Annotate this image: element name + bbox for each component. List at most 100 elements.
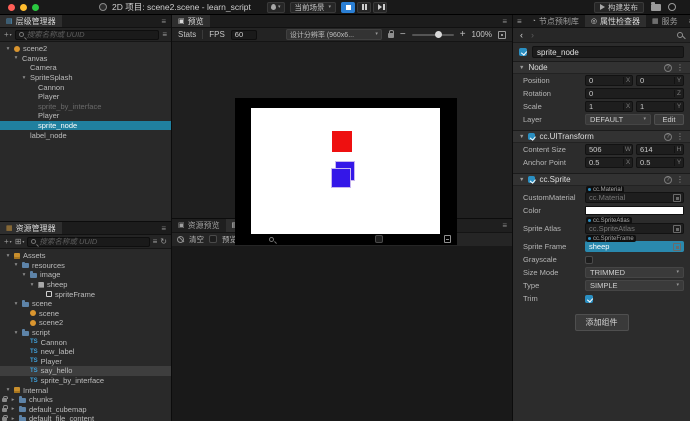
resolution-select[interactable]: 设计分辨率 (960x6... ▾ [286, 29, 382, 40]
content-width-field[interactable]: 506W [585, 144, 633, 155]
position-y-field[interactable]: 0Y [636, 75, 684, 86]
tab-服务[interactable]: ▦服务 [646, 15, 684, 27]
tab-preview[interactable]: ▣ 预览 [172, 15, 210, 27]
rotate-lock-icon[interactable] [388, 33, 394, 38]
asset-item-spriteFrame[interactable]: spriteFrame [0, 289, 171, 299]
section-menu-icon[interactable]: ⋮ [676, 176, 684, 184]
scale-x-field[interactable]: 1X [585, 101, 633, 112]
asset-item-sprite_by_interface[interactable]: sprite_by_interface [0, 376, 171, 386]
browse-asset-icon[interactable] [673, 225, 681, 233]
browse-asset-icon[interactable] [673, 194, 681, 202]
asset-item-chunks[interactable]: ▸chunks [0, 395, 171, 405]
rotation-z-field[interactable]: 0Z [585, 88, 684, 99]
hierarchy-node-label_node[interactable]: label_node [0, 130, 171, 140]
scale-y-field[interactable]: 1Y [636, 101, 684, 112]
asset-item-scene2[interactable]: scene2 [0, 318, 171, 328]
zoom-in-button[interactable]: + [460, 30, 466, 40]
expand-arrow-icon[interactable]: ▾ [5, 387, 11, 393]
scene-select[interactable]: 当前场景▾ [290, 2, 337, 13]
asset-item-say_hello[interactable]: say_hello [0, 366, 171, 376]
color-swatch[interactable] [585, 206, 684, 215]
asset-item-resources[interactable]: ▾resources [0, 261, 171, 271]
hierarchy-filter-icon[interactable]: ≡ [162, 31, 167, 39]
build-button[interactable]: 构建发布 [594, 2, 644, 13]
tab-资源预览[interactable]: ▣资源预览 [172, 219, 226, 232]
asset-template-button[interactable]: ⊞▾ [15, 238, 25, 246]
browse-asset-icon[interactable] [673, 243, 681, 251]
fit-screen-icon[interactable] [498, 31, 506, 39]
section-menu-icon[interactable]: ⋮ [676, 133, 684, 141]
section-menu-icon[interactable]: ⋮ [676, 64, 684, 72]
panel-menu-icon[interactable]: ≡ [156, 222, 171, 234]
help-icon[interactable]: ? [664, 64, 672, 72]
asset-item-new_label[interactable]: new_label [0, 347, 171, 357]
clear-on-preview-checkbox[interactable] [209, 235, 217, 243]
asset-item-default_cubemap[interactable]: ▸default_cubemap [0, 405, 171, 415]
console-output[interactable] [172, 246, 512, 421]
hierarchy-node-Canvas[interactable]: ▾Canvas [0, 54, 171, 64]
asset-item-default_file_content[interactable]: ▸default_file_content [0, 414, 171, 421]
expand-arrow-icon[interactable]: ▾ [29, 282, 35, 288]
expand-arrow-icon[interactable]: ▸ [10, 406, 16, 412]
zoom-slider-knob[interactable] [435, 31, 442, 38]
history-forward-button[interactable]: › [531, 31, 534, 40]
panel-menu-icon[interactable]: ≡ [684, 15, 690, 27]
pause-button[interactable] [357, 2, 371, 13]
asset-item-sheep[interactable]: ▾sheep [0, 280, 171, 290]
clear-console-label[interactable]: 清空 [189, 234, 204, 245]
custom-material-field[interactable]: cc.Material [585, 192, 684, 203]
layer-edit-button[interactable]: Edit [654, 114, 684, 125]
refresh-icon[interactable]: ↻ [160, 238, 167, 246]
uitransform-section-header[interactable]: ▼ cc.UITransform ? ⋮ [513, 130, 690, 143]
add-component-button[interactable]: 添加组件 [575, 314, 629, 331]
fps-input[interactable] [231, 30, 257, 40]
pin-icon[interactable] [677, 32, 683, 38]
hierarchy-node-Player[interactable]: Player [0, 111, 171, 121]
open-project-folder-icon[interactable] [651, 4, 661, 11]
play-button[interactable] [341, 2, 355, 13]
create-asset-button[interactable]: +▾ [4, 238, 12, 246]
close-window-button[interactable] [8, 4, 15, 11]
hierarchy-node-Camera[interactable]: Camera [0, 63, 171, 73]
regex-checkbox[interactable] [375, 235, 383, 243]
asset-item-image[interactable]: ▾image [0, 270, 171, 280]
node-active-checkbox[interactable] [519, 48, 527, 56]
grayscale-checkbox[interactable] [585, 256, 593, 264]
create-node-button[interactable]: +▾ [4, 31, 12, 39]
expand-arrow-icon[interactable]: ▾ [13, 262, 19, 268]
maximize-window-button[interactable] [32, 4, 39, 11]
node-section-header[interactable]: ▼ Node ? ⋮ [513, 61, 690, 74]
tab-assets[interactable]: ▦ 资源管理器 [0, 222, 62, 234]
tab-hierarchy[interactable]: ▤ 层级管理器 [0, 15, 62, 27]
zoom-slider[interactable] [412, 34, 454, 36]
content-height-field[interactable]: 614H [636, 144, 684, 155]
step-button[interactable] [373, 2, 387, 13]
layer-select[interactable]: DEFAULT▾ [585, 114, 651, 125]
node-name-input[interactable] [532, 46, 684, 58]
hierarchy-node-scene2[interactable]: ▾scene2 [0, 44, 171, 54]
asset-item-script[interactable]: ▾script [0, 328, 171, 338]
anchor-y-field[interactable]: 0.5Y [636, 157, 684, 168]
asset-item-Player[interactable]: Player [0, 357, 171, 367]
uitransform-enabled-checkbox[interactable] [528, 133, 535, 140]
position-x-field[interactable]: 0X [585, 75, 633, 86]
clear-console-icon[interactable] [177, 236, 184, 243]
hierarchy-search-input[interactable]: 搜索名称或 UUID [15, 30, 160, 40]
expand-arrow-icon[interactable]: ▾ [5, 253, 11, 259]
asset-item-Internal[interactable]: ▾Internal [0, 385, 171, 395]
expand-arrow-icon[interactable]: ▾ [13, 55, 19, 61]
zoom-out-button[interactable]: − [400, 30, 406, 40]
user-account-icon[interactable] [668, 3, 676, 11]
panel-menu-icon[interactable]: ≡ [497, 15, 512, 27]
hierarchy-node-SpriteSplash[interactable]: ▾SpriteSplash [0, 73, 171, 83]
preview-canvas[interactable] [172, 42, 512, 218]
expand-arrow-icon[interactable]: ▾ [13, 330, 19, 336]
tab-节点预制库[interactable]: ◔节点预制库 [526, 15, 585, 27]
asset-item-scene[interactable]: ▾scene [0, 299, 171, 309]
type-select[interactable]: SIMPLE▾ [585, 280, 684, 291]
asset-item-Cannon[interactable]: Cannon [0, 337, 171, 347]
minimize-window-button[interactable] [20, 4, 27, 11]
anchor-x-field[interactable]: 0.5X [585, 157, 633, 168]
assets-sort-icon[interactable]: ≡ [153, 238, 158, 246]
panel-menu-icon[interactable]: ≡ [513, 15, 526, 27]
